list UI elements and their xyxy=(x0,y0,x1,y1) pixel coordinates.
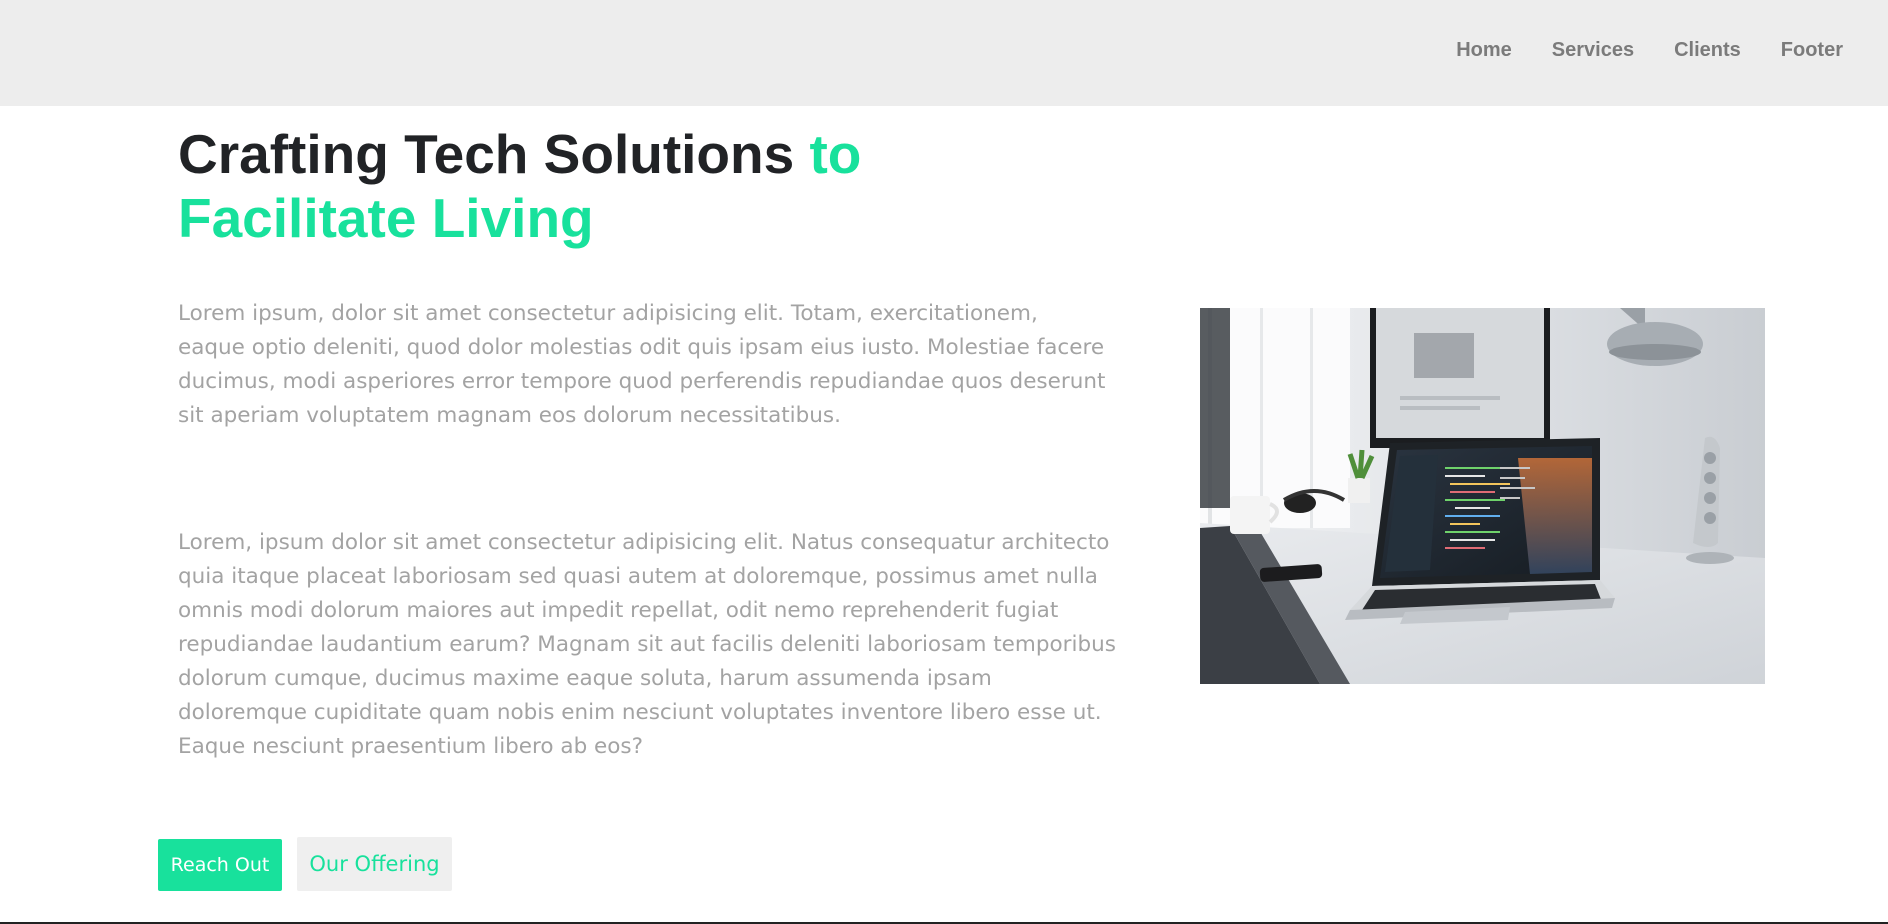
reach-out-button[interactable]: Reach Out xyxy=(158,839,282,891)
hero-headline-dark: Crafting Tech Solutions xyxy=(178,123,810,185)
nav-link-footer[interactable]: Footer xyxy=(1781,39,1843,61)
hero-image-workspace-laptop xyxy=(1200,308,1765,684)
nav-item-clients: Clients xyxy=(1674,39,1741,62)
our-offering-button[interactable]: Our Offering xyxy=(297,837,452,891)
top-navbar: Home Services Clients Footer xyxy=(0,0,1888,106)
nav-item-services: Services xyxy=(1552,39,1634,62)
nav-item-home: Home xyxy=(1456,39,1512,62)
nav-link-home[interactable]: Home xyxy=(1456,39,1512,61)
nav-link-services[interactable]: Services xyxy=(1552,39,1634,61)
hero-headline: Crafting Tech Solutions to Facilitate Li… xyxy=(178,122,1098,250)
nav-item-footer: Footer xyxy=(1781,39,1843,62)
hero-paragraph-2: Lorem, ipsum dolor sit amet consectetur … xyxy=(178,530,1116,759)
nav-link-clients[interactable]: Clients xyxy=(1674,39,1741,61)
hero-paragraph-1: Lorem ipsum, dolor sit amet consectetur … xyxy=(178,301,1106,428)
page: Home Services Clients Footer Crafting Te… xyxy=(0,0,1888,924)
nav-menu: Home Services Clients Footer xyxy=(1456,0,1843,100)
